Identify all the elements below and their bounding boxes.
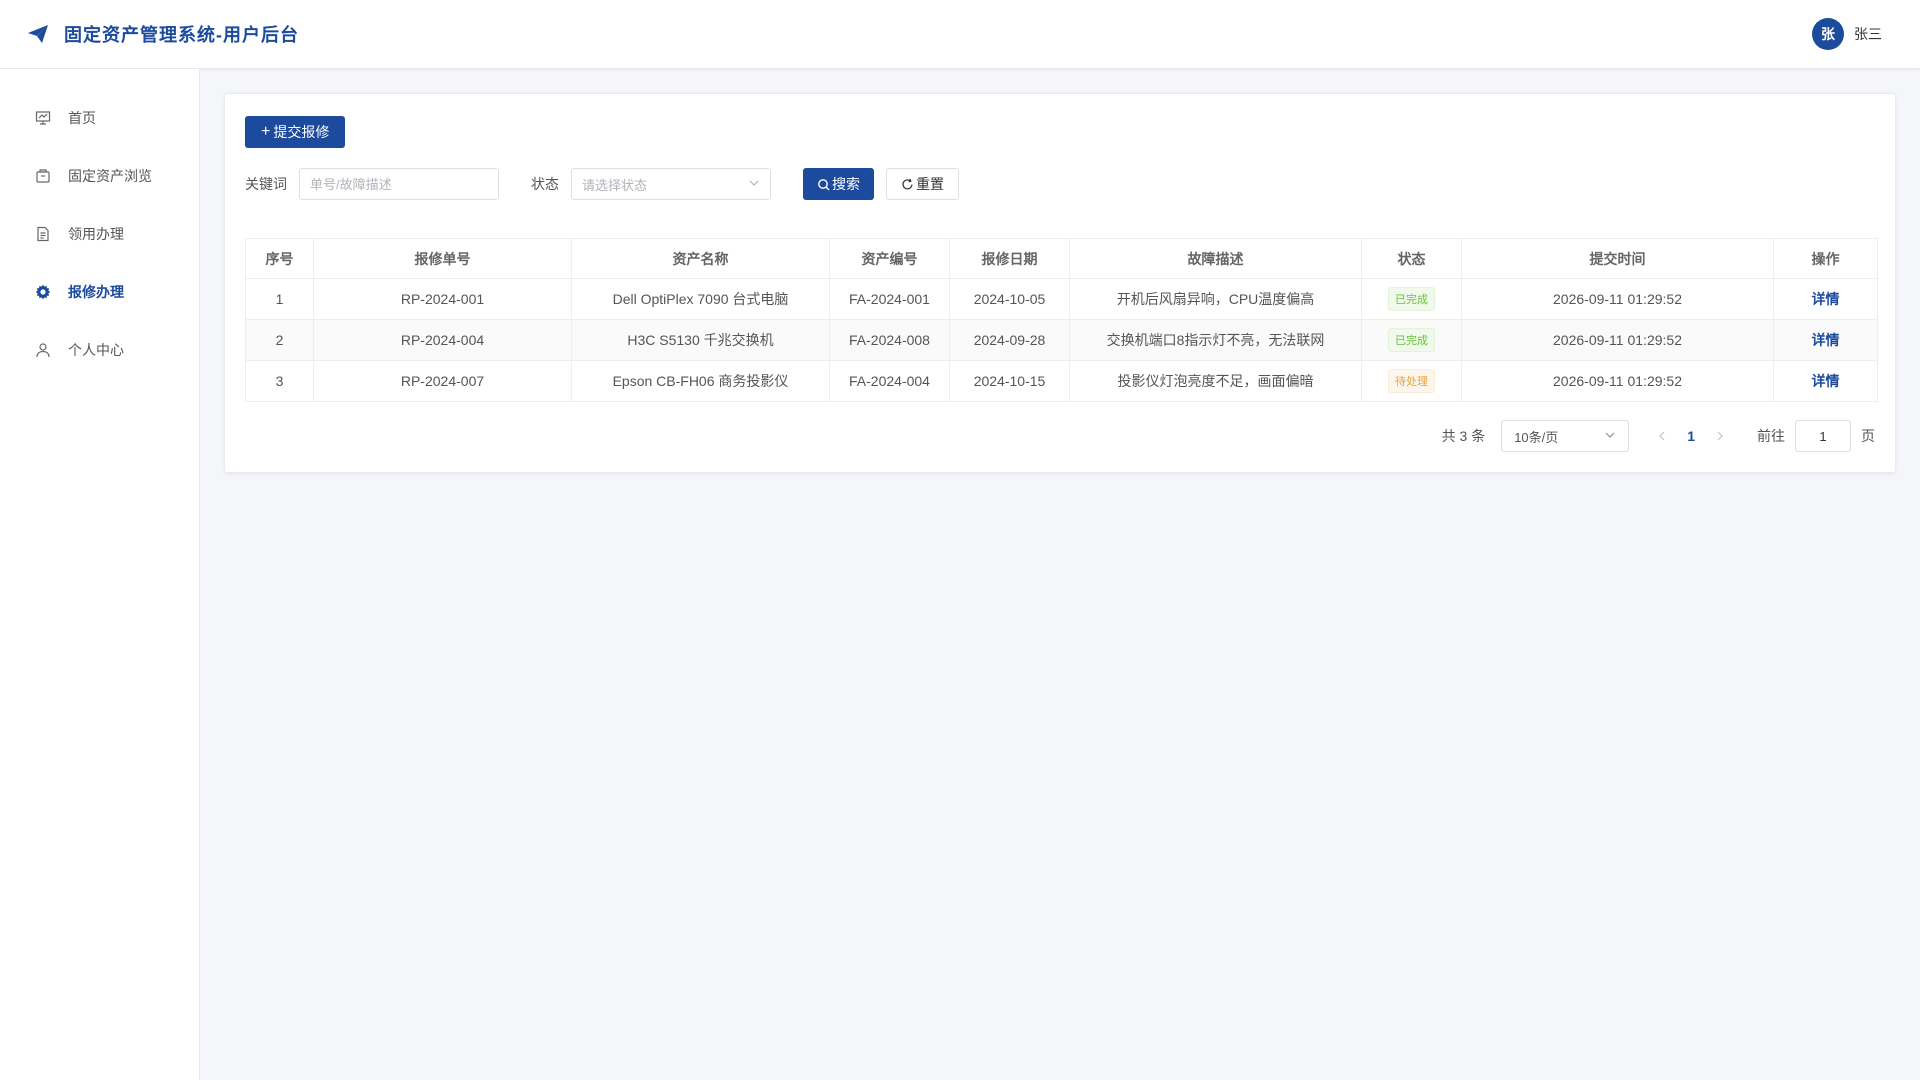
goto-page-input[interactable] <box>1795 420 1851 452</box>
sidebar-item-label: 固定资产浏览 <box>68 168 152 184</box>
page-size-select[interactable]: 10条/页 <box>1501 420 1630 452</box>
table-row: 2 RP-2024-004 H3C S5130 千兆交换机 FA-2024-00… <box>245 319 1878 361</box>
chevron-down-icon <box>748 177 760 192</box>
status-badge: 待处理 <box>1388 369 1435 393</box>
presentation-icon <box>34 109 52 127</box>
cell-submit-time: 2026-09-11 01:29:52 <box>1461 360 1774 402</box>
cell-description: 开机后风扇异响，CPU温度偏高 <box>1069 278 1362 320</box>
document-icon <box>34 225 52 243</box>
submit-repair-label: 提交报修 <box>273 124 330 140</box>
goto-label: 前往 <box>1757 428 1785 444</box>
cell-asset-name: H3C S5130 千兆交换机 <box>571 319 830 361</box>
status-label: 状态 <box>531 176 559 192</box>
keyword-input[interactable] <box>299 168 499 200</box>
sidebar-item-repair[interactable]: 报修办理 <box>0 263 199 321</box>
cell-status: 待处理 <box>1361 360 1462 402</box>
column-header: 报修日期 <box>949 238 1070 279</box>
column-header: 状态 <box>1361 238 1462 279</box>
chevron-down-icon <box>1604 429 1616 444</box>
column-header: 提交时间 <box>1461 238 1774 279</box>
status-select[interactable]: 请选择状态 <box>571 168 771 200</box>
avatar[interactable]: 张 <box>1812 18 1844 50</box>
cell-description: 交换机端口8指示灯不亮，无法联网 <box>1069 319 1362 361</box>
pagination: 共 3 条 10条/页 1 前往 页 <box>245 420 1875 452</box>
sidebar-item-profile[interactable]: 个人中心 <box>0 321 199 379</box>
column-header: 故障描述 <box>1069 238 1362 279</box>
status-select-placeholder: 请选择状态 <box>582 177 648 193</box>
gear-icon <box>34 283 52 301</box>
detail-link[interactable]: 详情 <box>1812 373 1840 389</box>
search-button[interactable]: 搜索 <box>803 168 874 200</box>
table-row: 3 RP-2024-007 Epson CB-FH06 商务投影仪 FA-202… <box>245 360 1878 402</box>
next-page-icon[interactable] <box>1715 428 1725 444</box>
cell-submit-time: 2026-09-11 01:29:52 <box>1461 319 1774 361</box>
cell-submit-time: 2026-09-11 01:29:52 <box>1461 278 1774 320</box>
cell-index: 3 <box>245 360 314 402</box>
box-icon <box>34 167 52 185</box>
cell-date: 2024-10-15 <box>949 360 1070 402</box>
page-number[interactable]: 1 <box>1687 428 1695 444</box>
cell-action: 详情 <box>1773 319 1878 361</box>
sidebar-item-label: 领用办理 <box>68 226 124 242</box>
submit-repair-button[interactable]: + 提交报修 <box>245 116 346 148</box>
reset-button-label: 重置 <box>916 176 944 192</box>
app-title: 固定资产管理系统-用户后台 <box>64 25 299 45</box>
sidebar-item-home[interactable]: 首页 <box>0 89 199 147</box>
detail-link[interactable]: 详情 <box>1812 332 1840 348</box>
sidebar-item-label: 首页 <box>68 110 96 126</box>
cell-asset-name: Epson CB-FH06 商务投影仪 <box>571 360 830 402</box>
filter-bar: 关键词 状态 请选择状态 搜索 重置 <box>245 168 1875 200</box>
column-header: 资产名称 <box>571 238 830 279</box>
cell-asset-name: Dell OptiPlex 7090 台式电脑 <box>571 278 830 320</box>
total-count: 共 3 条 <box>1441 428 1486 444</box>
sidebar-item-label: 报修办理 <box>68 284 124 300</box>
cell-action: 详情 <box>1773 360 1878 402</box>
detail-link[interactable]: 详情 <box>1812 291 1840 307</box>
cell-status: 已完成 <box>1361 278 1462 320</box>
refresh-icon <box>901 178 914 191</box>
page-suffix: 页 <box>1861 428 1875 444</box>
cell-index: 1 <box>245 278 314 320</box>
table-row: 1 RP-2024-001 Dell OptiPlex 7090 台式电脑 FA… <box>245 278 1878 320</box>
top-header: 固定资产管理系统-用户后台 张 张三 <box>0 0 1920 69</box>
cell-repair-no: RP-2024-004 <box>313 319 572 361</box>
paper-plane-icon <box>26 22 50 46</box>
cell-asset-no: FA-2024-008 <box>829 319 950 361</box>
cell-repair-no: RP-2024-007 <box>313 360 572 402</box>
search-button-label: 搜索 <box>832 176 860 192</box>
cell-description: 投影仪灯泡亮度不足，画面偏暗 <box>1069 360 1362 402</box>
prev-page-icon[interactable] <box>1657 428 1667 444</box>
column-header: 操作 <box>1773 238 1878 279</box>
search-icon <box>817 178 830 191</box>
user-menu[interactable]: 张 张三 <box>1812 18 1894 50</box>
page-size-value: 10条/页 <box>1514 429 1559 445</box>
sidebar: 首页 固定资产浏览 领用办理 报修办理 个人中心 <box>0 69 200 1080</box>
user-name[interactable]: 张三 <box>1854 24 1882 44</box>
status-badge: 已完成 <box>1388 328 1435 352</box>
keyword-label: 关键词 <box>245 176 287 192</box>
column-header: 报修单号 <box>313 238 572 279</box>
cell-date: 2024-09-28 <box>949 319 1070 361</box>
column-header: 资产编号 <box>829 238 950 279</box>
cell-asset-no: FA-2024-001 <box>829 278 950 320</box>
reset-button[interactable]: 重置 <box>886 168 959 200</box>
repair-panel: + 提交报修 关键词 状态 请选择状态 搜索 重置 <box>224 93 1896 473</box>
sidebar-item-requisition[interactable]: 领用办理 <box>0 205 199 263</box>
user-icon <box>34 341 52 359</box>
cell-action: 详情 <box>1773 278 1878 320</box>
status-badge: 已完成 <box>1388 287 1435 311</box>
cell-date: 2024-10-05 <box>949 278 1070 320</box>
cell-repair-no: RP-2024-001 <box>313 278 572 320</box>
cell-asset-no: FA-2024-004 <box>829 360 950 402</box>
repair-table: 序号 报修单号 资产名称 资产编号 报修日期 故障描述 状态 提交时间 操作 1… <box>245 238 1878 402</box>
plus-icon: + <box>261 123 271 140</box>
column-header: 序号 <box>245 238 314 279</box>
table-header-row: 序号 报修单号 资产名称 资产编号 报修日期 故障描述 状态 提交时间 操作 <box>245 238 1878 279</box>
cell-index: 2 <box>245 319 314 361</box>
sidebar-item-asset-browse[interactable]: 固定资产浏览 <box>0 147 199 205</box>
cell-status: 已完成 <box>1361 319 1462 361</box>
sidebar-item-label: 个人中心 <box>68 342 124 358</box>
